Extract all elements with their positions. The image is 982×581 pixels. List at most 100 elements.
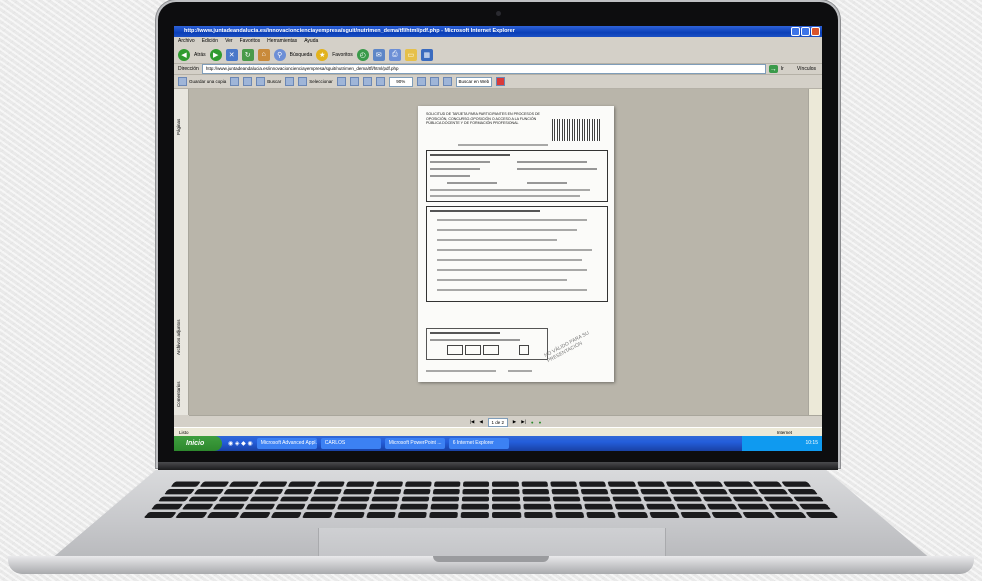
next-page-icon[interactable]: ▶	[513, 419, 516, 425]
mail-pdf-icon[interactable]	[243, 77, 253, 86]
print-pdf-icon[interactable]	[230, 77, 240, 86]
menu-bar: Archivo Edición Ver Favoritos Herramient…	[174, 37, 822, 46]
keyboard-key	[727, 488, 759, 495]
keyboard-key	[462, 488, 490, 495]
menu-item-edicion[interactable]: Edición	[202, 37, 218, 46]
search-web-input[interactable]: Buscar en Web	[455, 76, 492, 87]
menu-item-favoritos[interactable]: Favoritos	[240, 37, 261, 46]
folder-icon[interactable]: ▭	[404, 48, 417, 61]
keyboard-key	[669, 488, 699, 495]
quick-launch-icons[interactable]: ◉ ◈ ◆ ◉	[228, 440, 253, 447]
vertical-scrollbar[interactable]	[808, 89, 822, 415]
document-heading: SOLICITUD DE TARJETA PARA PARTICIPANTES …	[426, 112, 540, 125]
sign-icon[interactable]	[442, 77, 452, 86]
links-label[interactable]: Vínculos	[797, 66, 816, 72]
page-indicator[interactable]: 1 de 2	[487, 417, 508, 427]
text-line	[430, 195, 580, 197]
status-text: Listo	[179, 430, 189, 435]
forward-view-icon[interactable]: ●	[539, 420, 542, 425]
find-label: Buscar	[267, 79, 282, 84]
keyboard-key	[551, 488, 580, 495]
keyboard-key	[243, 504, 276, 510]
keyboard-key	[550, 481, 578, 487]
back-label[interactable]: Atrás	[194, 52, 206, 58]
start-button[interactable]: Inicio	[174, 436, 222, 451]
stop-icon[interactable]: ✕	[225, 48, 238, 61]
mail-icon[interactable]: ✉	[372, 48, 385, 61]
binoculars-icon	[256, 77, 266, 86]
home-icon[interactable]: ⌂	[257, 48, 270, 61]
first-page-icon[interactable]: |◀	[470, 419, 475, 425]
prev-page-icon[interactable]: ◀	[479, 419, 482, 425]
keyboard-key	[762, 496, 794, 502]
keyboard-key	[757, 488, 788, 495]
standard-toolbar: ◀ Atrás ▶ ✕ ↻ ⌂ ⚲ Búsqueda ★ Favoritos ◴…	[174, 46, 822, 64]
actual-size-icon[interactable]	[362, 77, 372, 86]
print-icon[interactable]: ⎙	[388, 48, 401, 61]
keyboard-key	[642, 496, 673, 502]
minimize-button[interactable]	[791, 27, 800, 36]
zoom-out-icon[interactable]	[375, 77, 385, 86]
zoom-in-icon[interactable]	[349, 77, 359, 86]
tab-pages[interactable]: Páginas	[176, 95, 186, 135]
keyboard-key	[397, 512, 427, 519]
keyboard-key	[368, 504, 398, 510]
task-button[interactable]: CARLOS	[320, 438, 381, 449]
status-bar: Listo Internet	[174, 427, 822, 436]
keyboard-key	[552, 496, 581, 502]
refresh-icon[interactable]: ↻	[241, 48, 254, 61]
keyboard-key	[768, 504, 801, 510]
favorites-star-icon[interactable]: ★	[316, 48, 329, 61]
yahoo-icon[interactable]	[495, 77, 505, 86]
keyboard-key	[433, 481, 461, 487]
keyboard-key	[742, 512, 775, 519]
back-view-icon[interactable]: ●	[531, 420, 534, 425]
find-button[interactable]: Buscar	[256, 77, 281, 86]
window-titlebar: http://www.juntadeandalucia.es/innovacio…	[174, 26, 822, 37]
tab-attachments[interactable]: Archivos adjuntos	[176, 289, 186, 355]
keyboard-key	[492, 512, 522, 519]
snapshot-icon[interactable]	[336, 77, 346, 86]
rotate-icon[interactable]	[429, 77, 439, 86]
address-label: Dirección	[178, 66, 199, 72]
text-line	[426, 370, 496, 372]
maximize-button[interactable]	[801, 27, 810, 36]
messenger-icon[interactable]: ▦	[420, 48, 433, 61]
search-label[interactable]: Búsqueda	[290, 52, 313, 58]
forward-arrow-icon[interactable]: ▶	[209, 48, 222, 61]
go-label[interactable]: Ir	[781, 66, 784, 72]
pdf-document-area[interactable]: SOLICITUD DE TARJETA PARA PARTICIPANTES …	[189, 89, 809, 415]
task-button[interactable]: Microsoft PowerPoint ...	[384, 438, 445, 449]
task-button[interactable]: Microsoft Advanced Appl...	[256, 438, 317, 449]
close-button[interactable]	[811, 27, 820, 36]
menu-item-archivo[interactable]: Archivo	[178, 37, 195, 46]
last-page-icon[interactable]: ▶|	[521, 419, 526, 425]
back-arrow-icon[interactable]: ◀	[178, 48, 190, 61]
hand-tool-icon[interactable]	[285, 77, 295, 86]
keyboard-key	[375, 481, 403, 487]
save-copy-button[interactable]: Guardar una copia	[178, 77, 226, 86]
keyboard-key	[706, 504, 738, 510]
pdf-page: SOLICITUD DE TARJETA PARA PARTICIPANTES …	[418, 106, 614, 382]
text-line	[430, 332, 500, 334]
search-icon[interactable]: ⚲	[273, 48, 286, 61]
history-icon[interactable]: ◴	[356, 48, 369, 61]
menu-item-ayuda[interactable]: Ayuda	[304, 37, 318, 46]
zoom-field[interactable]: 90%	[388, 76, 413, 87]
zoom-plus-icon[interactable]	[416, 77, 426, 86]
keyboard-key	[610, 488, 639, 495]
task-button[interactable]: 6 Internet Explorer	[448, 438, 509, 449]
text-line	[437, 229, 577, 231]
keyboard-key	[723, 481, 753, 487]
keyboard-key	[492, 481, 519, 487]
tab-comments[interactable]: Comentarios	[176, 357, 186, 407]
favorites-label[interactable]: Favoritos	[332, 52, 353, 58]
text-line	[437, 239, 557, 241]
keyboard-key	[248, 496, 280, 502]
menu-item-ver[interactable]: Ver	[225, 37, 233, 46]
select-tool-button[interactable]: Seleccionar	[298, 77, 333, 86]
keyboard-key	[553, 504, 583, 510]
go-arrow-icon[interactable]: →	[768, 65, 778, 73]
menu-item-herramientas[interactable]: Herramientas	[267, 37, 297, 46]
address-input[interactable]: http://www.juntadeandalucia.es/innovacio…	[201, 64, 766, 74]
